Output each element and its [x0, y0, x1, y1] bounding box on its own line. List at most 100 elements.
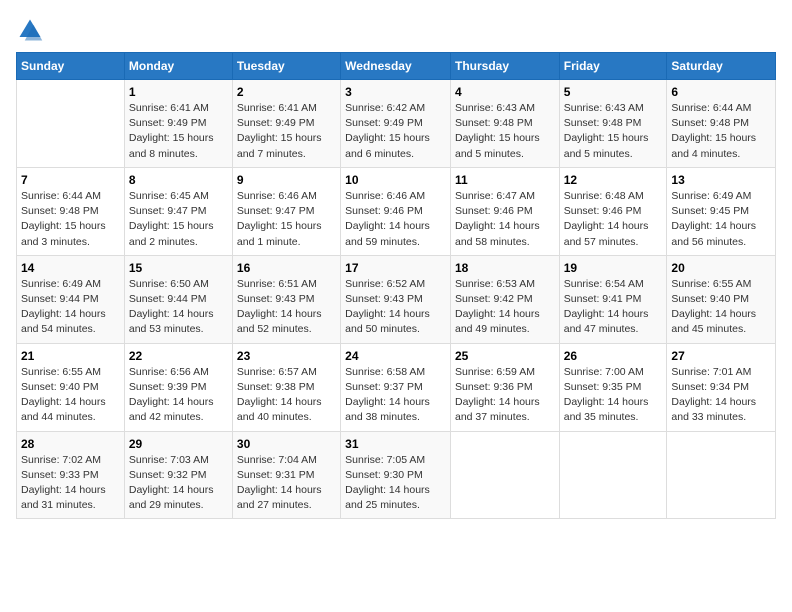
day-number: 16: [237, 261, 336, 275]
day-number: 20: [671, 261, 771, 275]
week-row-2: 7 Sunrise: 6:44 AM Sunset: 9:48 PM Daylig…: [17, 167, 776, 255]
cell-info: Sunrise: 6:47 AM Sunset: 9:46 PM Dayligh…: [455, 189, 555, 250]
day-number: 18: [455, 261, 555, 275]
week-row-3: 14 Sunrise: 6:49 AM Sunset: 9:44 PM Dayli…: [17, 255, 776, 343]
day-number: 25: [455, 349, 555, 363]
day-number: 29: [129, 437, 228, 451]
cell-info: Sunrise: 7:01 AM Sunset: 9:34 PM Dayligh…: [671, 365, 771, 426]
day-number: 13: [671, 173, 771, 187]
calendar-cell: 25 Sunrise: 6:59 AM Sunset: 9:36 PM Dayli…: [450, 343, 559, 431]
day-number: 23: [237, 349, 336, 363]
day-number: 15: [129, 261, 228, 275]
calendar-cell: 13Sunrise: 6:49 AM Sunset: 9:45 PM Dayli…: [667, 167, 776, 255]
logo: [16, 16, 48, 44]
calendar-cell: [17, 80, 125, 168]
calendar-cell: 24Sunrise: 6:58 AM Sunset: 9:37 PM Dayli…: [341, 343, 451, 431]
cell-info: Sunrise: 6:50 AM Sunset: 9:44 PM Dayligh…: [129, 277, 228, 338]
day-number: 21: [21, 349, 120, 363]
cell-info: Sunrise: 6:45 AM Sunset: 9:47 PM Dayligh…: [129, 189, 228, 250]
calendar-cell: 17Sunrise: 6:52 AM Sunset: 9:43 PM Dayli…: [341, 255, 451, 343]
calendar-cell: 5Sunrise: 6:43 AM Sunset: 9:48 PM Daylig…: [559, 80, 667, 168]
day-number: 12: [564, 173, 663, 187]
cell-info: Sunrise: 6:44 AM Sunset: 9:48 PM Dayligh…: [21, 189, 120, 250]
calendar-cell: 26 Sunrise: 7:00 AM Sunset: 9:35 PM Dayli…: [559, 343, 667, 431]
calendar-cell: 30 Sunrise: 7:04 AM Sunset: 9:31 PM Dayli…: [232, 431, 340, 519]
day-number: 9: [237, 173, 336, 187]
cell-info: Sunrise: 7:02 AM Sunset: 9:33 PM Dayligh…: [21, 453, 120, 514]
day-number: 31: [345, 437, 446, 451]
calendar-cell: 9 Sunrise: 6:46 AM Sunset: 9:47 PM Daylig…: [232, 167, 340, 255]
calendar-cell: 22 Sunrise: 6:56 AM Sunset: 9:39 PM Dayli…: [124, 343, 232, 431]
day-number: 17: [345, 261, 446, 275]
day-number: 11: [455, 173, 555, 187]
weekday-thursday: Thursday: [450, 53, 559, 80]
cell-info: Sunrise: 6:55 AM Sunset: 9:40 PM Dayligh…: [21, 365, 120, 426]
weekday-friday: Friday: [559, 53, 667, 80]
calendar-header: SundayMondayTuesdayWednesdayThursdayFrid…: [17, 53, 776, 80]
day-number: 6: [671, 85, 771, 99]
day-number: 28: [21, 437, 120, 451]
cell-info: Sunrise: 6:59 AM Sunset: 9:36 PM Dayligh…: [455, 365, 555, 426]
weekday-tuesday: Tuesday: [232, 53, 340, 80]
calendar-cell: 3 Sunrise: 6:42 AM Sunset: 9:49 PM Daylig…: [341, 80, 451, 168]
cell-info: Sunrise: 6:44 AM Sunset: 9:48 PM Dayligh…: [671, 101, 771, 162]
calendar-cell: 11 Sunrise: 6:47 AM Sunset: 9:46 PM Dayli…: [450, 167, 559, 255]
day-number: 14: [21, 261, 120, 275]
cell-info: Sunrise: 7:05 AM Sunset: 9:30 PM Dayligh…: [345, 453, 446, 514]
calendar-cell: 28 Sunrise: 7:02 AM Sunset: 9:33 PM Dayli…: [17, 431, 125, 519]
calendar-cell: 15 Sunrise: 6:50 AM Sunset: 9:44 PM Dayli…: [124, 255, 232, 343]
day-number: 4: [455, 85, 555, 99]
calendar-cell: 4 Sunrise: 6:43 AM Sunset: 9:48 PM Daylig…: [450, 80, 559, 168]
day-number: 26: [564, 349, 663, 363]
cell-info: Sunrise: 6:49 AM Sunset: 9:44 PM Dayligh…: [21, 277, 120, 338]
calendar-body: 1 Sunrise: 6:41 AM Sunset: 9:49 PM Daylig…: [17, 80, 776, 519]
cell-info: Sunrise: 6:46 AM Sunset: 9:46 PM Dayligh…: [345, 189, 446, 250]
weekday-row: SundayMondayTuesdayWednesdayThursdayFrid…: [17, 53, 776, 80]
calendar-cell: 14 Sunrise: 6:49 AM Sunset: 9:44 PM Dayli…: [17, 255, 125, 343]
cell-info: Sunrise: 6:51 AM Sunset: 9:43 PM Dayligh…: [237, 277, 336, 338]
day-number: 7: [21, 173, 120, 187]
calendar-table: SundayMondayTuesdayWednesdayThursdayFrid…: [16, 52, 776, 519]
calendar-cell: 1 Sunrise: 6:41 AM Sunset: 9:49 PM Daylig…: [124, 80, 232, 168]
cell-info: Sunrise: 6:58 AM Sunset: 9:37 PM Dayligh…: [345, 365, 446, 426]
cell-info: Sunrise: 6:43 AM Sunset: 9:48 PM Dayligh…: [455, 101, 555, 162]
cell-info: Sunrise: 6:55 AM Sunset: 9:40 PM Dayligh…: [671, 277, 771, 338]
week-row-5: 28 Sunrise: 7:02 AM Sunset: 9:33 PM Dayli…: [17, 431, 776, 519]
calendar-cell: 23 Sunrise: 6:57 AM Sunset: 9:38 PM Dayli…: [232, 343, 340, 431]
day-number: 22: [129, 349, 228, 363]
weekday-wednesday: Wednesday: [341, 53, 451, 80]
cell-info: Sunrise: 6:54 AM Sunset: 9:41 PM Dayligh…: [564, 277, 663, 338]
cell-info: Sunrise: 6:53 AM Sunset: 9:42 PM Dayligh…: [455, 277, 555, 338]
calendar-cell: 21 Sunrise: 6:55 AM Sunset: 9:40 PM Dayli…: [17, 343, 125, 431]
weekday-sunday: Sunday: [17, 53, 125, 80]
calendar-cell: 6 Sunrise: 6:44 AM Sunset: 9:48 PM Daylig…: [667, 80, 776, 168]
cell-info: Sunrise: 7:04 AM Sunset: 9:31 PM Dayligh…: [237, 453, 336, 514]
calendar-cell: 19Sunrise: 6:54 AM Sunset: 9:41 PM Dayli…: [559, 255, 667, 343]
cell-info: Sunrise: 6:56 AM Sunset: 9:39 PM Dayligh…: [129, 365, 228, 426]
calendar-cell: 18 Sunrise: 6:53 AM Sunset: 9:42 PM Dayli…: [450, 255, 559, 343]
cell-info: Sunrise: 6:41 AM Sunset: 9:49 PM Dayligh…: [129, 101, 228, 162]
cell-info: Sunrise: 6:46 AM Sunset: 9:47 PM Dayligh…: [237, 189, 336, 250]
logo-icon: [16, 16, 44, 44]
day-number: 3: [345, 85, 446, 99]
cell-info: Sunrise: 7:00 AM Sunset: 9:35 PM Dayligh…: [564, 365, 663, 426]
day-number: 10: [345, 173, 446, 187]
cell-info: Sunrise: 7:03 AM Sunset: 9:32 PM Dayligh…: [129, 453, 228, 514]
calendar-cell: 16 Sunrise: 6:51 AM Sunset: 9:43 PM Dayli…: [232, 255, 340, 343]
calendar-cell: 10 Sunrise: 6:46 AM Sunset: 9:46 PM Dayli…: [341, 167, 451, 255]
calendar-cell: 2Sunrise: 6:41 AM Sunset: 9:49 PM Daylig…: [232, 80, 340, 168]
day-number: 5: [564, 85, 663, 99]
calendar-cell: 12 Sunrise: 6:48 AM Sunset: 9:46 PM Dayli…: [559, 167, 667, 255]
weekday-saturday: Saturday: [667, 53, 776, 80]
week-row-4: 21 Sunrise: 6:55 AM Sunset: 9:40 PM Dayli…: [17, 343, 776, 431]
calendar-cell: 20 Sunrise: 6:55 AM Sunset: 9:40 PM Dayli…: [667, 255, 776, 343]
page-header: [16, 16, 776, 44]
cell-info: Sunrise: 6:42 AM Sunset: 9:49 PM Dayligh…: [345, 101, 446, 162]
day-number: 1: [129, 85, 228, 99]
day-number: 2: [237, 85, 336, 99]
cell-info: Sunrise: 6:48 AM Sunset: 9:46 PM Dayligh…: [564, 189, 663, 250]
calendar-cell: [667, 431, 776, 519]
cell-info: Sunrise: 6:57 AM Sunset: 9:38 PM Dayligh…: [237, 365, 336, 426]
day-number: 30: [237, 437, 336, 451]
day-number: 27: [671, 349, 771, 363]
